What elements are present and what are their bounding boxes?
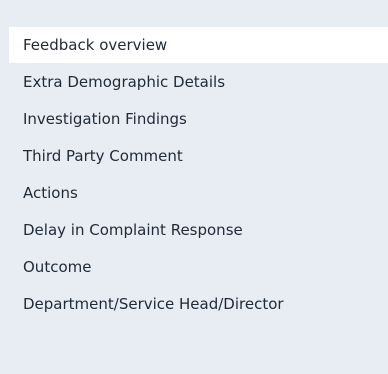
- nav-item-label: Extra Demographic Details: [23, 73, 226, 91]
- nav-item-label: Department/Service Head/Director: [23, 295, 284, 313]
- nav-item-outcome[interactable]: Outcome: [9, 249, 388, 286]
- side-navigation-panel: Feedback overview Extra Demographic Deta…: [0, 0, 388, 374]
- section-nav-list: Feedback overview Extra Demographic Deta…: [9, 27, 388, 323]
- nav-item-label: Feedback overview: [23, 36, 168, 54]
- nav-item-actions[interactable]: Actions: [9, 175, 388, 212]
- nav-item-extra-demographic-details[interactable]: Extra Demographic Details: [9, 64, 388, 101]
- nav-item-label: Investigation Findings: [23, 110, 187, 128]
- nav-item-third-party-comment[interactable]: Third Party Comment: [9, 138, 388, 175]
- nav-item-delay-in-complaint-response[interactable]: Delay in Complaint Response: [9, 212, 388, 249]
- nav-item-department-service-head-director[interactable]: Department/Service Head/Director: [9, 286, 388, 323]
- nav-item-feedback-overview[interactable]: Feedback overview: [9, 27, 388, 63]
- nav-item-label: Outcome: [23, 258, 92, 276]
- nav-item-label: Delay in Complaint Response: [23, 221, 243, 239]
- nav-item-investigation-findings[interactable]: Investigation Findings: [9, 101, 388, 138]
- nav-item-label: Third Party Comment: [23, 147, 183, 165]
- nav-item-label: Actions: [23, 184, 78, 202]
